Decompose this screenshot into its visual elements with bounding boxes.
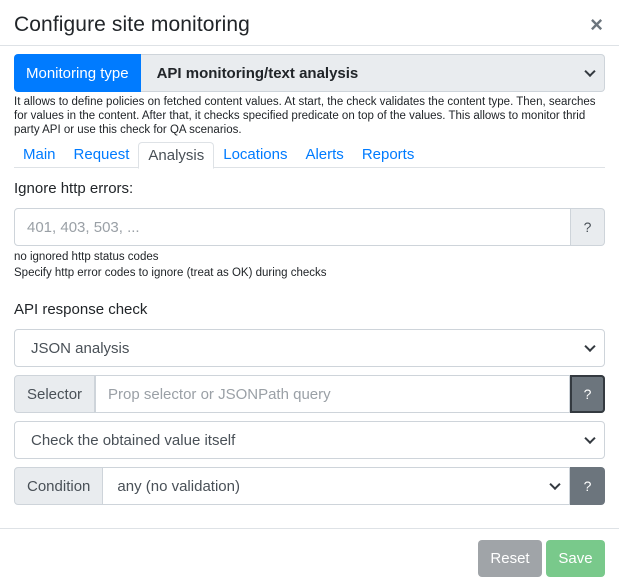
tab-analysis[interactable]: Analysis xyxy=(138,142,215,169)
tab-alerts[interactable]: Alerts xyxy=(296,142,352,168)
close-button[interactable]: × xyxy=(590,14,603,36)
value-check-select[interactable]: Check the obtained value itself xyxy=(14,421,605,459)
chevron-down-icon xyxy=(584,340,596,353)
ignore-http-status: no ignored http status codes xyxy=(14,251,159,263)
monitoring-type-help: It allows to define policies on fetched … xyxy=(14,96,596,136)
api-check-label: API response check xyxy=(14,301,148,318)
condition-label: Condition xyxy=(14,467,104,505)
condition-value: any (no validation) xyxy=(117,477,240,495)
modal-title: Configure site monitoring xyxy=(14,13,250,36)
ignore-http-help-button[interactable]: ? xyxy=(571,208,605,246)
modal-header: Configure site monitoring × xyxy=(0,0,619,46)
monitoring-type-select[interactable]: API monitoring/text analysis xyxy=(140,54,605,92)
monitoring-type-group: Monitoring type API monitoring/text anal… xyxy=(14,54,605,92)
ignore-http-group: ? xyxy=(14,208,605,246)
tab-main[interactable]: Main xyxy=(14,142,65,168)
selector-help-button[interactable]: ? xyxy=(570,375,605,413)
selector-label: Selector xyxy=(14,375,96,413)
analysis-type-select[interactable]: JSON analysis xyxy=(14,329,605,367)
tab-bar: Main Request Analysis Locations Alerts R… xyxy=(14,142,605,169)
chevron-down-icon xyxy=(549,478,561,491)
analysis-type-value: JSON analysis xyxy=(31,339,130,357)
monitoring-type-label: Monitoring type xyxy=(14,54,141,92)
condition-group: Condition any (no validation) ? xyxy=(14,467,605,505)
chevron-down-icon xyxy=(584,65,596,78)
tab-reports[interactable]: Reports xyxy=(353,142,424,168)
ignore-http-input[interactable] xyxy=(14,208,571,246)
modal-footer: Reset Save xyxy=(0,528,619,579)
chevron-down-icon xyxy=(584,432,596,445)
value-check-value: Check the obtained value itself xyxy=(31,431,236,449)
reset-button[interactable]: Reset xyxy=(478,540,542,577)
monitoring-type-value: API monitoring/text analysis xyxy=(156,64,359,82)
condition-select[interactable]: any (no validation) xyxy=(103,467,570,505)
selector-input[interactable] xyxy=(95,375,570,413)
condition-help-button[interactable]: ? xyxy=(570,467,605,505)
ignore-http-hint: Specify http error codes to ignore (trea… xyxy=(14,267,327,279)
save-button[interactable]: Save xyxy=(546,540,605,577)
tab-locations[interactable]: Locations xyxy=(214,142,296,168)
tab-request[interactable]: Request xyxy=(65,142,139,168)
ignore-http-label: Ignore http errors: xyxy=(14,180,134,197)
selector-group: Selector ? xyxy=(14,375,605,413)
